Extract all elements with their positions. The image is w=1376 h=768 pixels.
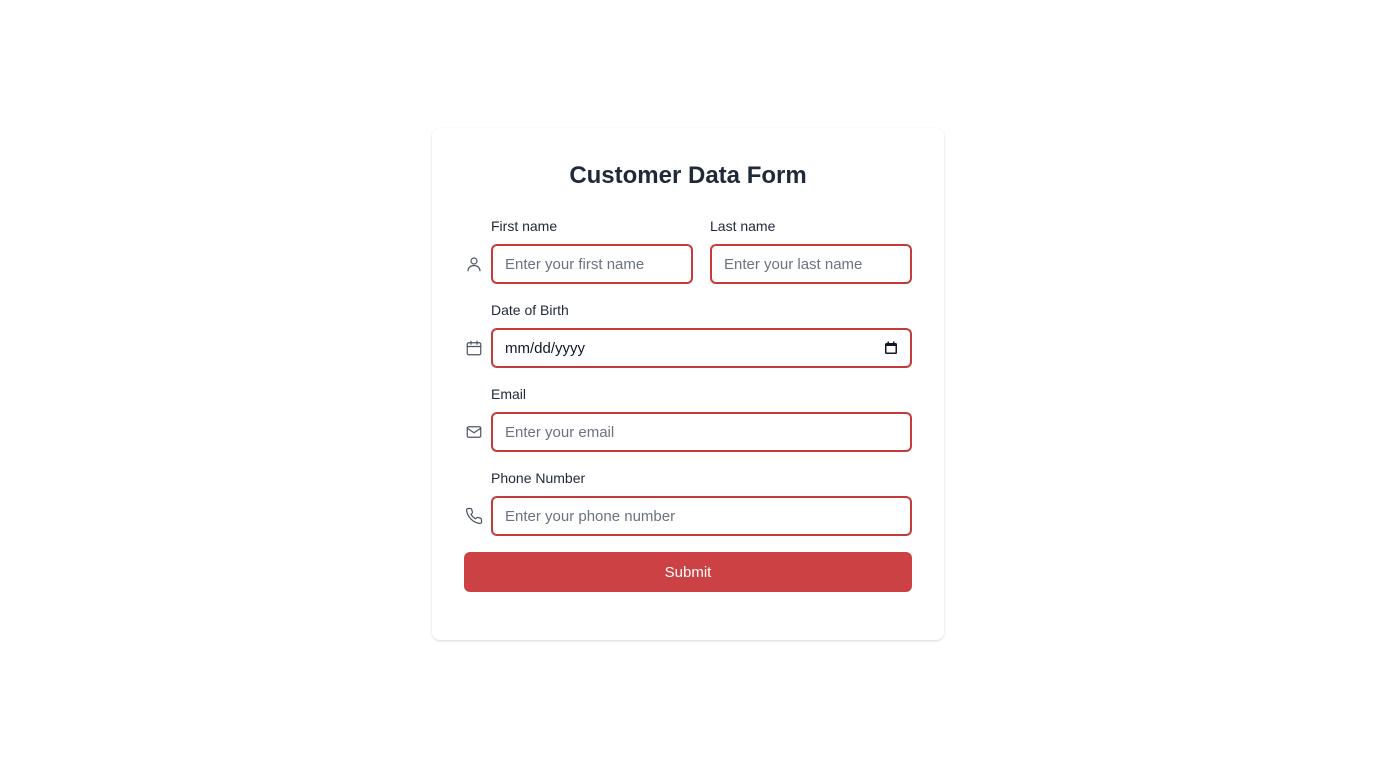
- calendar-icon: [464, 328, 491, 368]
- dob-row: Date of Birth mm/dd/yyyy: [464, 300, 912, 368]
- last-name-label: Last name: [710, 218, 776, 234]
- phone-row: Phone Number: [464, 468, 912, 536]
- email-label: Email: [491, 386, 527, 402]
- dob-label: Date of Birth: [491, 302, 569, 318]
- phone-icon: [464, 496, 491, 536]
- dob-value: mm/dd/yyyy: [505, 339, 586, 357]
- phone-label: Phone Number: [491, 470, 586, 486]
- phone-field-group: Phone Number: [491, 468, 912, 536]
- dob-field-group: Date of Birth mm/dd/yyyy: [491, 300, 912, 368]
- email-field-group: Email: [491, 384, 912, 452]
- first-name-label: First name: [491, 218, 558, 234]
- dob-input[interactable]: mm/dd/yyyy: [491, 328, 912, 368]
- user-icon: [464, 244, 491, 284]
- name-row: First name Last name: [464, 216, 912, 284]
- email-row: Email: [464, 384, 912, 452]
- first-name-input[interactable]: [491, 244, 693, 284]
- first-name-field-group: First name: [491, 216, 693, 284]
- form-title: Customer Data Form: [569, 162, 807, 189]
- calendar-picker-icon[interactable]: [884, 341, 898, 355]
- phone-input[interactable]: [491, 496, 912, 536]
- email-input[interactable]: [491, 412, 912, 452]
- mail-icon: [464, 412, 491, 452]
- last-name-input[interactable]: [710, 244, 912, 284]
- last-name-field-group: Last name: [710, 216, 912, 284]
- customer-form-card: Customer Data Form First name Last name …: [432, 128, 944, 640]
- submit-button[interactable]: Submit: [464, 552, 912, 592]
